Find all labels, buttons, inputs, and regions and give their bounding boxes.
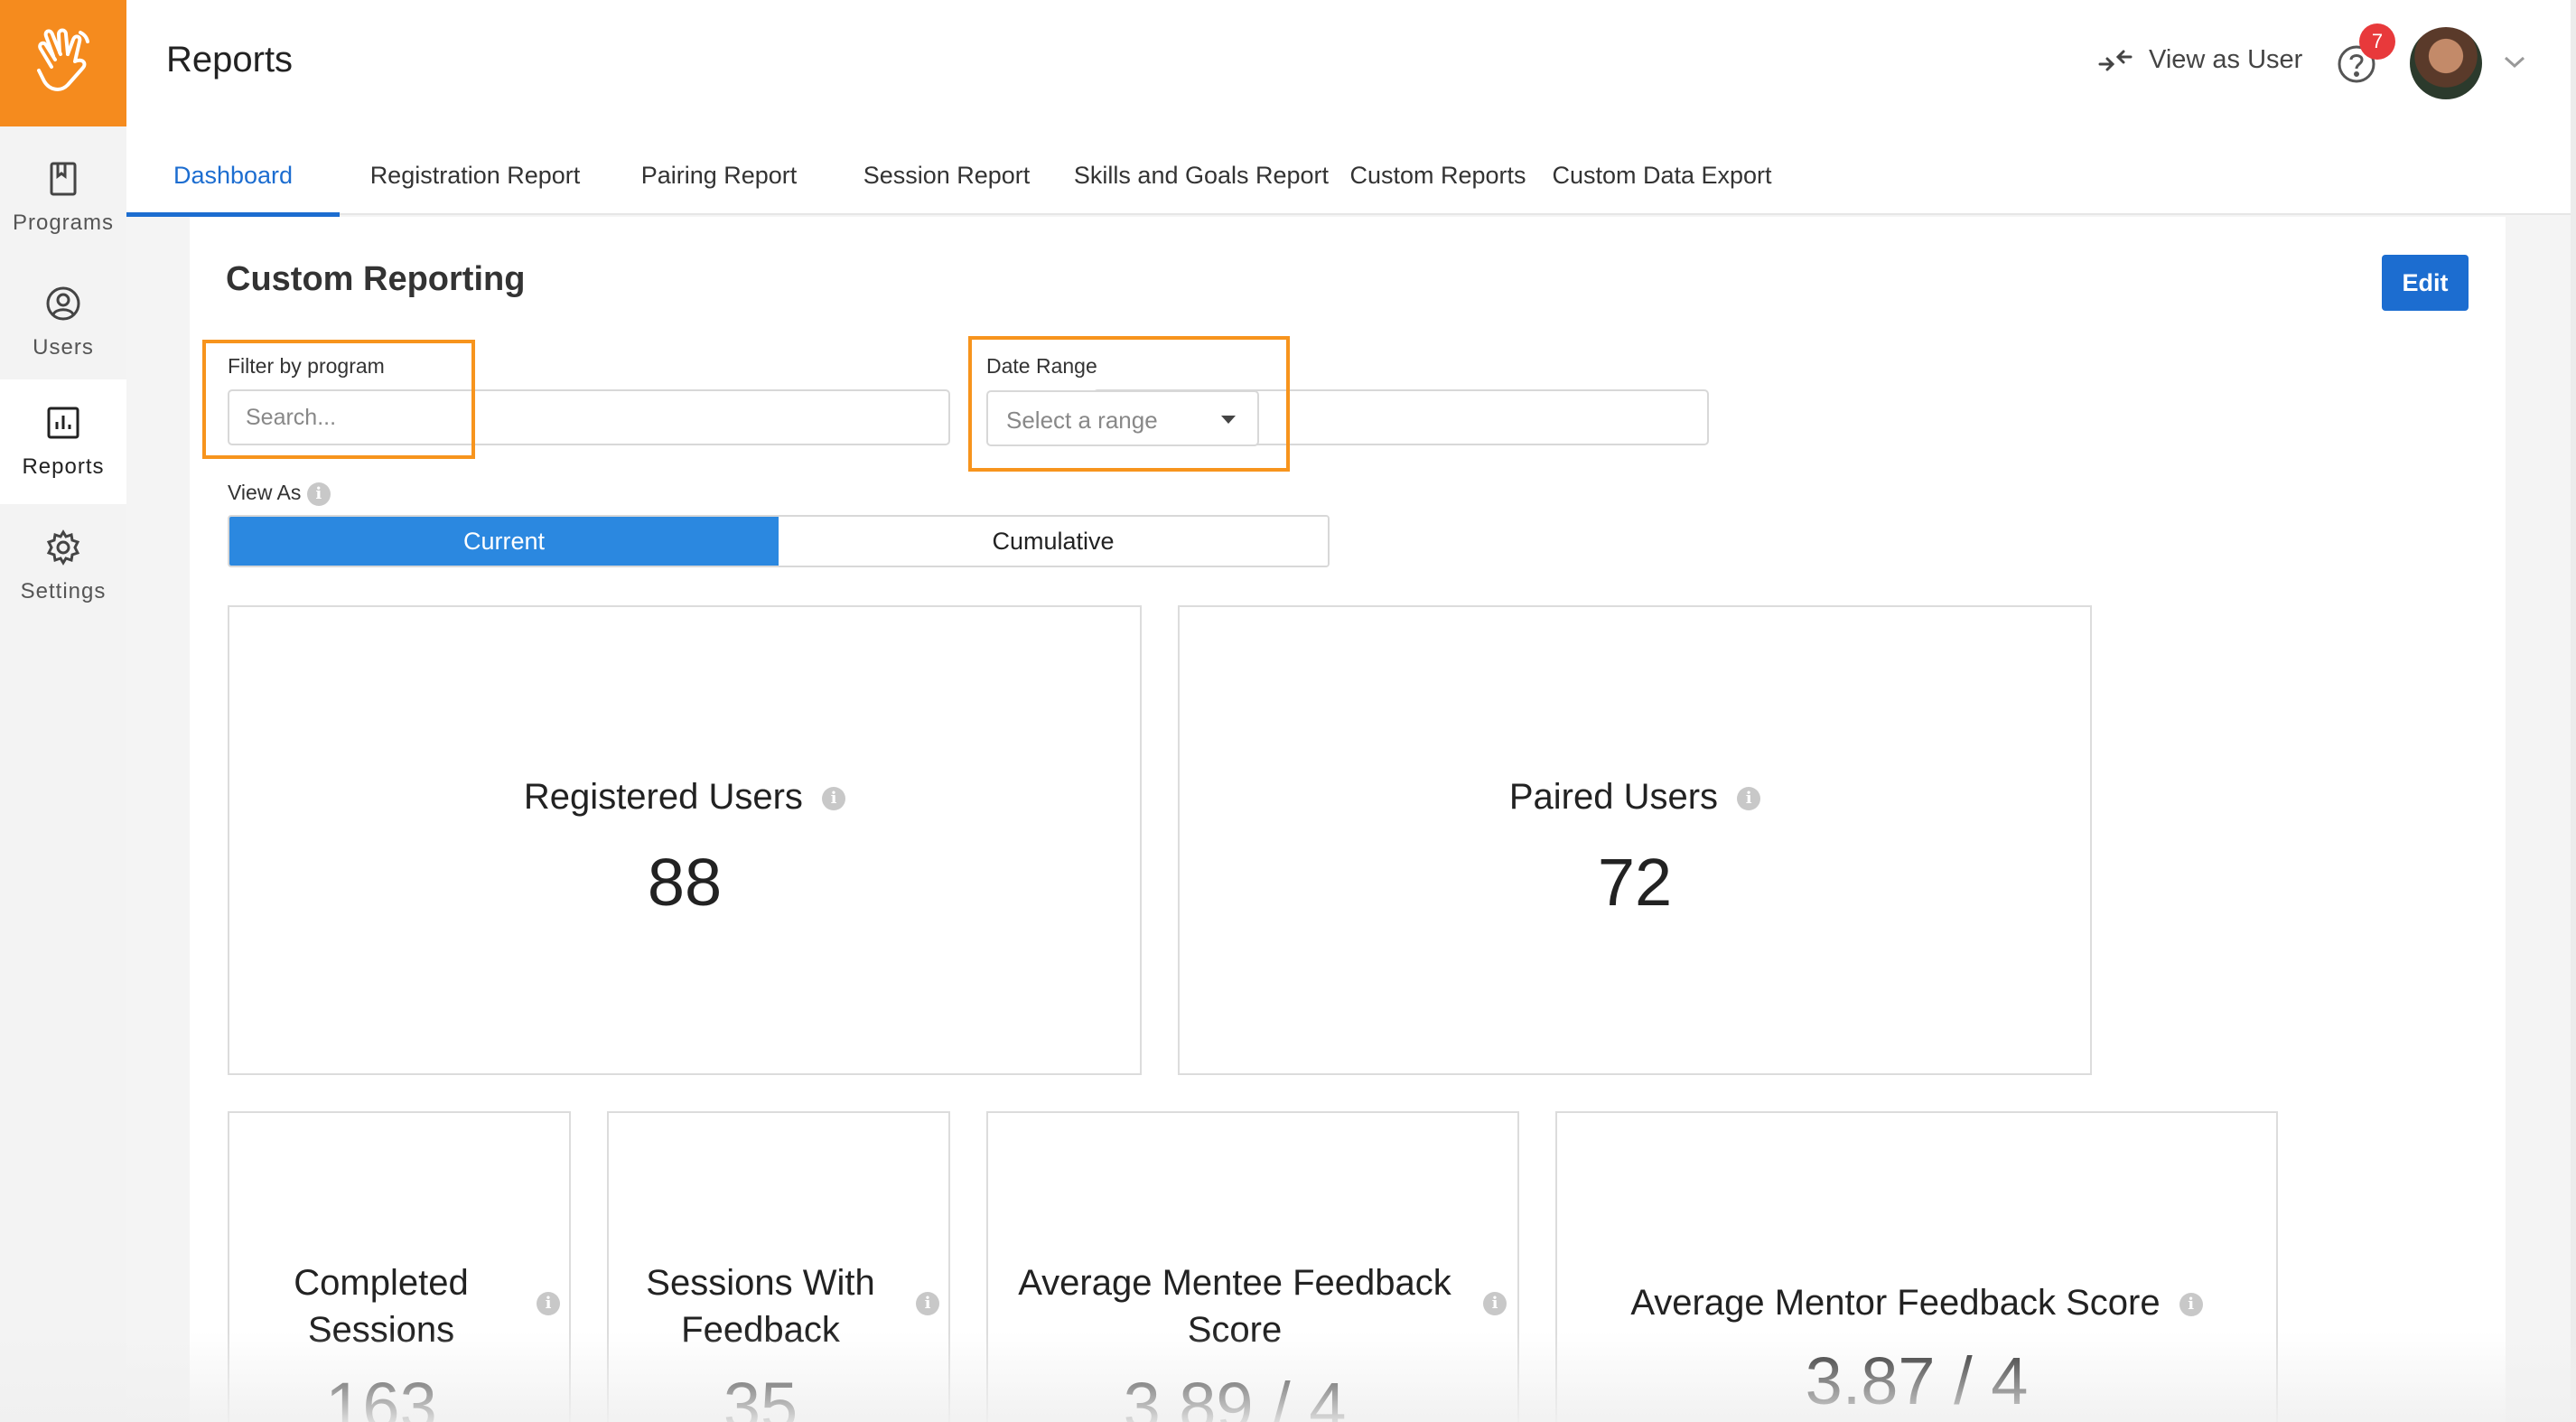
sidebar-item-label: Reports <box>22 454 105 479</box>
card-title-line: Sessions <box>307 1310 455 1350</box>
notification-badge: 7 <box>2359 23 2395 60</box>
sidebar-item-settings[interactable]: Settings <box>0 504 126 629</box>
card-title: Average Mentor Feedback Score i <box>1557 1283 2276 1324</box>
sidebar: Programs Users Reports Settings <box>0 0 126 1422</box>
info-icon[interactable]: i <box>537 1292 560 1315</box>
completed-sessions-card: Completed Sessions i 163 <box>228 1111 571 1422</box>
tab-label: Pairing Report <box>640 161 798 189</box>
info-icon[interactable]: i <box>1737 787 1761 811</box>
registered-users-card: Registered Users i 88 <box>228 605 1142 1075</box>
gear-icon <box>46 529 80 566</box>
average-mentor-feedback-card: Average Mentor Feedback Score i 3.87 / 4 <box>1555 1111 2278 1422</box>
average-mentee-feedback-card: Average Mentee Feedback Score i 3.89 / 4 <box>986 1111 1519 1422</box>
filter-highlight-box <box>202 340 475 459</box>
card-value: 3.87 / 4 <box>1805 1343 2029 1418</box>
hand-wave-logo-icon <box>37 28 89 91</box>
tab-label: Skills and Goals Report <box>1073 161 1330 189</box>
info-icon[interactable]: i <box>822 787 846 811</box>
user-circle-icon <box>46 286 80 321</box>
card-title: Sessions With Feedback <box>609 1259 912 1353</box>
tab-custom-data-export[interactable]: Custom Data Export <box>1539 136 1785 215</box>
toggle-cumulative[interactable]: Cumulative <box>779 517 1328 566</box>
card-title-text: Registered Users <box>523 777 803 817</box>
info-icon[interactable]: i <box>1483 1292 1507 1315</box>
page-title: Reports <box>166 40 294 80</box>
card-value: 163 <box>325 1369 437 1422</box>
edit-button[interactable]: Edit <box>2382 255 2469 311</box>
bar-chart-icon <box>47 407 79 439</box>
sidebar-item-label: Users <box>33 335 94 360</box>
info-icon[interactable]: i <box>306 482 331 506</box>
card-title-line: Average Mentee Feedback <box>1018 1263 1451 1303</box>
tab-label: Custom Reports <box>1349 161 1526 189</box>
sidebar-item-label: Programs <box>12 210 115 235</box>
tab-pairing-report[interactable]: Pairing Report <box>611 136 827 215</box>
card-value: 88 <box>647 845 723 920</box>
info-icon[interactable]: i <box>916 1292 939 1315</box>
card-title: Paired Users i <box>1180 777 2090 818</box>
card-title-text: Paired Users <box>1508 777 1719 817</box>
tab-label: Registration Report <box>369 161 581 189</box>
view-as-user-label: View as User <box>2149 45 2303 74</box>
view-as-label: View As i <box>228 481 331 506</box>
sessions-with-feedback-card: Sessions With Feedback i 35 <box>607 1111 950 1422</box>
card-title-line: Feedback <box>681 1310 840 1350</box>
view-as-user-button[interactable]: View as User <box>2098 45 2302 75</box>
top-header: Reports View as User 7 Dashboard Registr… <box>126 0 2576 217</box>
chevron-down-icon[interactable] <box>2502 52 2527 70</box>
toggle-current[interactable]: Current <box>229 517 779 566</box>
bookmark-book-icon <box>50 162 77 196</box>
sidebar-item-programs[interactable]: Programs <box>0 136 126 260</box>
tab-label: Session Report <box>863 161 1031 189</box>
card-title: Completed Sessions <box>229 1259 533 1353</box>
tab-label: Custom Data Export <box>1552 161 1772 189</box>
view-as-text: View As <box>228 481 302 504</box>
card-value: 3.89 / 4 <box>1123 1369 1347 1422</box>
card-title-line: Score <box>1187 1310 1283 1350</box>
sidebar-item-users[interactable]: Users <box>0 260 126 385</box>
info-icon[interactable]: i <box>2179 1293 2203 1317</box>
tab-skills-and-goals-report[interactable]: Skills and Goals Report <box>1066 136 1337 215</box>
card-title-line: Completed <box>294 1263 469 1303</box>
view-as-toggle: Current Cumulative <box>228 515 1330 567</box>
tab-label: Dashboard <box>173 161 294 189</box>
avatar[interactable] <box>2410 27 2482 99</box>
paired-users-card: Paired Users i 72 <box>1178 605 2092 1075</box>
swap-arrows-icon <box>2098 50 2133 70</box>
main-panel: Custom Reporting Edit Filter by program … <box>190 217 2506 1422</box>
window-edge <box>2571 0 2576 1422</box>
tab-dashboard[interactable]: Dashboard <box>126 136 340 217</box>
card-value: 72 <box>1597 845 1673 920</box>
date-highlight-box <box>968 336 1290 472</box>
sidebar-item-label: Settings <box>20 579 107 603</box>
card-title-line: Sessions With <box>646 1263 875 1303</box>
tab-session-report[interactable]: Session Report <box>827 136 1066 215</box>
report-tabs: Dashboard Registration Report Pairing Re… <box>126 136 2114 217</box>
card-value: 35 <box>723 1369 798 1422</box>
card-title: Average Mentee Feedback Score <box>988 1259 1481 1353</box>
app-logo[interactable] <box>0 0 126 126</box>
tab-custom-reports[interactable]: Custom Reports <box>1337 136 1539 215</box>
sidebar-item-reports[interactable]: Reports <box>0 379 126 504</box>
section-title: Custom Reporting <box>226 260 526 298</box>
tab-registration-report[interactable]: Registration Report <box>340 136 611 215</box>
card-title-text: Average Mentor Feedback Score <box>1630 1283 2161 1323</box>
card-title: Registered Users i <box>229 777 1140 818</box>
